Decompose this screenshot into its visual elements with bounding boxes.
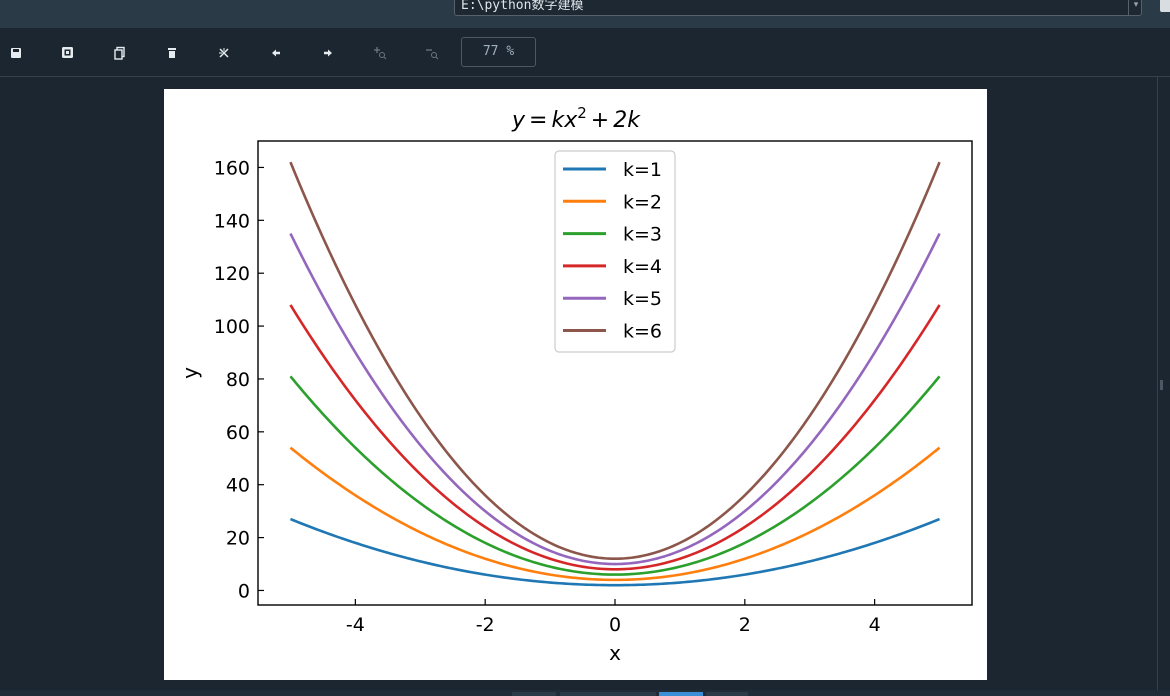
zoom-in-button[interactable] [368,42,392,64]
y-axis-label: y [178,367,202,379]
zoom-level-field[interactable]: 77 % [461,37,536,67]
close-all-icon [219,48,229,58]
y-tick-label: 60 [226,422,250,444]
title-coef: 2k [613,108,641,133]
legend-label: k=1 [623,159,662,181]
title-eq: = [529,108,547,133]
zoom-in-icon [374,47,387,60]
legend-label: k=4 [623,256,662,278]
resize-handle[interactable] [1160,380,1163,390]
series-line-k=3 [289,375,941,576]
document-icon[interactable] [1160,0,1170,12]
x-tick-label: -2 [476,614,495,636]
y-tick-label: 40 [226,475,250,497]
y-tick-label: 140 [214,210,250,232]
plot-svg: y = kx2 +2k -4 -2 0 2 4020406080100120140160 k=… [178,104,973,665]
y-tick-label: 20 [226,528,250,550]
top-strip: E:\python数字建模 ▾ [0,0,1170,28]
zoom-out-icon [426,49,439,60]
trash-icon [168,48,176,58]
bottom-tab[interactable] [512,692,556,696]
series-line-k=2 [289,446,941,582]
title-x: x [563,108,578,133]
y-tick-label: 160 [214,157,250,179]
legend: k=1 k=2 k=3 k=4 k=5 k=6 [554,150,676,353]
previous-button[interactable] [264,42,288,64]
x-tick-label: 2 [739,614,751,636]
legend-label: k=3 [623,224,662,246]
y-tick-label: 0 [238,580,250,602]
next-button[interactable] [316,42,340,64]
delete-button[interactable] [160,42,184,64]
y-tick-label: 100 [214,316,250,338]
chart-title: y = kx2 +2k [511,104,641,133]
chevron-down-icon[interactable]: ▾ [1128,0,1143,16]
panel-divider [1157,76,1158,696]
x-axis-label: x [609,641,621,665]
y-tick-label: 80 [226,369,250,391]
y-tick-label: 120 [214,263,250,285]
close-all-button[interactable] [212,42,236,64]
save-all-icon [62,47,73,58]
save-button[interactable] [4,42,28,64]
plot-canvas: y = kx2 +2k -4 -2 0 2 4 0 20 40 60 80 100 120 140 160 k=… [164,89,987,680]
title-exp: 2 [577,104,587,122]
x-tick-label: 0 [609,614,621,636]
arrow-left-icon [272,49,280,57]
save-icon [11,48,21,58]
copy-button[interactable] [108,42,132,64]
path-input[interactable]: E:\python数字建模 [454,0,1142,16]
title-lhs: y [511,108,526,133]
toolbar: 77 % [0,28,1170,77]
x-tick-label: 4 [869,614,881,636]
save-all-button[interactable] [56,42,80,64]
zoom-out-button[interactable] [420,42,444,64]
legend-label: k=6 [623,321,662,343]
legend-label: k=2 [623,191,662,213]
bottom-tab-active[interactable] [659,692,703,696]
title-plus: + [591,108,609,133]
arrow-right-icon [324,49,332,57]
x-tick-label: -4 [346,614,365,636]
legend-label: k=5 [623,288,662,310]
bottom-tab[interactable] [706,692,748,696]
bottom-tab[interactable] [560,692,656,696]
copy-icon [114,46,125,60]
